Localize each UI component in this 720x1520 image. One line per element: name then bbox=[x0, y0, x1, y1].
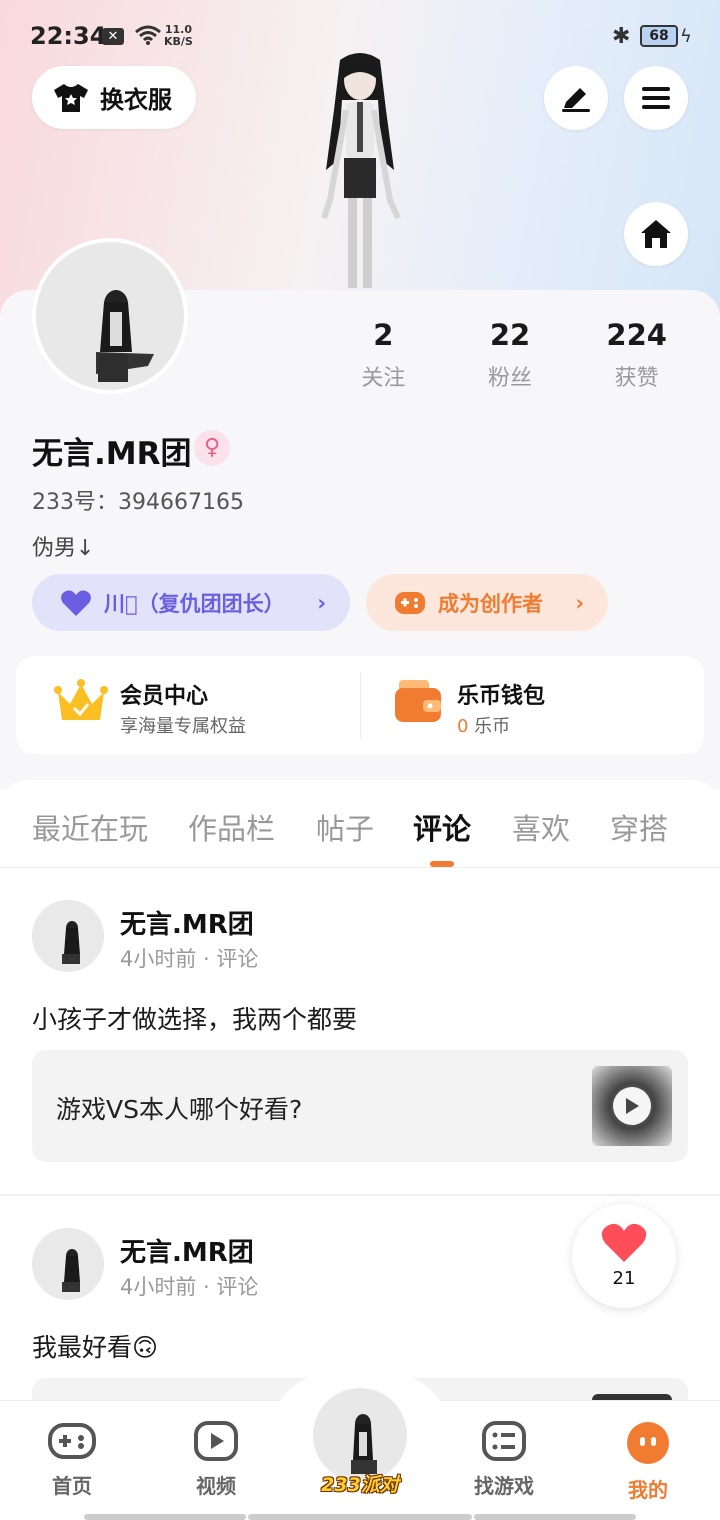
user-id: 233号：394667165 bbox=[32, 490, 244, 515]
nav-home-label: 首页 bbox=[52, 1474, 92, 1498]
edit-profile-button[interactable] bbox=[544, 66, 608, 130]
female-gender-icon: ♀ bbox=[194, 430, 230, 466]
heart-icon bbox=[61, 590, 91, 616]
nav-video-label: 视频 bbox=[196, 1474, 236, 1498]
profile-tabs: 最近在玩 作品栏 帖子 评论 喜欢 穿搭 bbox=[0, 780, 720, 868]
avatar[interactable] bbox=[32, 1228, 104, 1300]
gamepad-icon bbox=[48, 1423, 96, 1459]
nav-find-game-label: 找游戏 bbox=[474, 1474, 534, 1498]
tab-posts[interactable]: 帖子 bbox=[316, 806, 374, 848]
wallet-balance: 0 乐币 bbox=[457, 716, 511, 737]
tab-recently-played[interactable]: 最近在玩 bbox=[32, 806, 148, 848]
home-space-button[interactable] bbox=[624, 202, 688, 266]
avatar-3d-figure bbox=[321, 53, 401, 288]
stat-likes[interactable]: 224 获赞 bbox=[573, 318, 700, 392]
profile-stats: 2 关注 22 粉丝 224 获赞 bbox=[320, 318, 700, 392]
nav-mine-label: 我的 bbox=[628, 1478, 668, 1502]
crown-icon bbox=[54, 679, 108, 720]
comment-meta: 4小时前 · 评论 bbox=[120, 947, 259, 971]
heart-icon bbox=[601, 1223, 647, 1262]
comment-author: 无言.MR团 bbox=[120, 910, 254, 940]
comments-feed: 无言.MR团 4小时前 · 评论 小孩子才做选择，我两个都要 游戏VS本人哪个好… bbox=[0, 868, 720, 1400]
tab-likes[interactable]: 喜欢 bbox=[512, 806, 570, 848]
vip-center-subtitle: 享海量专属权益 bbox=[120, 716, 246, 737]
active-tab-indicator bbox=[430, 861, 454, 867]
user-bio: 伪男↓ bbox=[32, 536, 95, 561]
nav-home[interactable]: 首页 bbox=[22, 1420, 122, 1499]
change-outfit-label: 换衣服 bbox=[100, 86, 172, 114]
stat-fans[interactable]: 22 粉丝 bbox=[447, 318, 574, 392]
vip-center-card[interactable]: 会员中心 享海量专属权益 bbox=[16, 656, 360, 754]
avatar-image bbox=[96, 290, 154, 382]
bluetooth-icon: ✱ bbox=[612, 24, 631, 49]
wifi-icon bbox=[135, 25, 161, 45]
play-icon bbox=[613, 1087, 651, 1125]
gesture-bar bbox=[84, 1514, 246, 1520]
like-button[interactable]: 21 bbox=[572, 1204, 676, 1308]
charging-icon: ϟ bbox=[680, 26, 692, 47]
network-speed: 11.0 KB/S bbox=[164, 23, 193, 48]
gesture-bar bbox=[248, 1514, 472, 1520]
nav-mine[interactable]: 我的 bbox=[598, 1420, 698, 1503]
profile-avatar[interactable] bbox=[32, 238, 188, 394]
comment-text: 我最好看🙃 bbox=[32, 1333, 159, 1362]
divider bbox=[0, 1194, 720, 1196]
menu-button[interactable] bbox=[624, 66, 688, 130]
video-thumbnail[interactable] bbox=[592, 1066, 672, 1146]
like-count: 21 bbox=[612, 1268, 636, 1289]
vip-center-title: 会员中心 bbox=[120, 684, 209, 709]
chevron-right-icon: › bbox=[317, 590, 326, 615]
chevron-right-icon: › bbox=[575, 590, 584, 615]
tab-outfits[interactable]: 穿搭 bbox=[610, 806, 668, 848]
username: 无言.MR团 bbox=[32, 436, 192, 472]
team-badge-label: 川 （复仇团团长） bbox=[104, 591, 285, 616]
notification-icon: ✕ bbox=[102, 28, 124, 45]
gesture-bar bbox=[474, 1514, 636, 1520]
tshirt-icon bbox=[54, 83, 88, 112]
gamepad-icon bbox=[395, 591, 425, 614]
wallet-title: 乐币钱包 bbox=[457, 684, 546, 709]
team-badge-button[interactable]: 川 （复仇团团长） › bbox=[32, 574, 350, 631]
comment-text: 小孩子才做选择，我两个都要 bbox=[32, 1005, 358, 1034]
menu-icon bbox=[642, 87, 670, 109]
status-time: 22:34 bbox=[30, 22, 107, 50]
party-brand-logo[interactable]: 233派对 bbox=[310, 1470, 410, 1497]
wallet-icon bbox=[395, 680, 441, 722]
house-icon bbox=[641, 220, 671, 248]
change-outfit-button[interactable]: 换衣服 bbox=[32, 66, 196, 129]
wallet-card[interactable]: 乐币钱包 0 乐币 bbox=[360, 672, 704, 738]
become-creator-label: 成为创作者 bbox=[438, 591, 543, 616]
referenced-post-title: 游戏VS本人哪个好看? bbox=[56, 1095, 303, 1124]
game-list-icon bbox=[482, 1421, 526, 1461]
become-creator-button[interactable]: 成为创作者 › bbox=[366, 574, 608, 631]
battery-indicator: 68 bbox=[640, 25, 678, 47]
referenced-post[interactable]: 游戏VS本人哪个好看? bbox=[32, 1050, 688, 1162]
stat-following[interactable]: 2 关注 bbox=[320, 318, 447, 392]
comment-meta: 4小时前 · 评论 bbox=[120, 1275, 259, 1299]
avatar[interactable] bbox=[32, 900, 104, 972]
benefit-cards: 会员中心 享海量专属权益 乐币钱包 0 乐币 bbox=[16, 656, 704, 754]
profile-face-icon bbox=[627, 1422, 669, 1464]
video-icon bbox=[194, 1421, 238, 1461]
tab-comments[interactable]: 评论 bbox=[413, 806, 471, 848]
comment-author: 无言.MR团 bbox=[120, 1238, 254, 1268]
pen-icon bbox=[562, 88, 590, 112]
nav-video[interactable]: 视频 bbox=[166, 1420, 266, 1499]
nav-find-game[interactable]: 找游戏 bbox=[454, 1420, 554, 1499]
nav-party-avatar[interactable] bbox=[313, 1388, 407, 1482]
tab-works[interactable]: 作品栏 bbox=[188, 806, 275, 848]
